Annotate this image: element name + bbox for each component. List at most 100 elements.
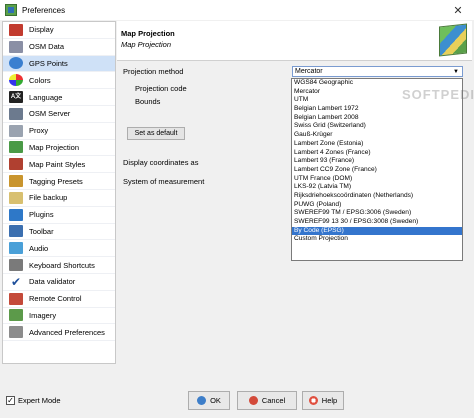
sidebar-item[interactable]: Tagging Presets bbox=[3, 173, 115, 190]
osm-server-icon bbox=[9, 107, 23, 120]
tagging-presets-icon bbox=[9, 175, 23, 188]
sidebar-item[interactable]: Display bbox=[3, 22, 115, 39]
sidebar-item[interactable]: Imagery bbox=[3, 308, 115, 325]
sidebar-item-label: OSM Data bbox=[29, 42, 65, 52]
sidebar-item[interactable]: Toolbar bbox=[3, 224, 115, 241]
dropdown-option[interactable]: PUWG (Poland) bbox=[292, 201, 462, 210]
sidebar-item[interactable]: A文 Language bbox=[3, 89, 115, 106]
sidebar-item[interactable]: Map Projection bbox=[3, 140, 115, 157]
toolbar-icon bbox=[9, 225, 23, 238]
colors-icon bbox=[9, 74, 23, 87]
dropdown-option[interactable]: Lambert CC9 Zone (France) bbox=[292, 166, 462, 175]
help-button[interactable]: Help bbox=[302, 391, 344, 410]
dropdown-option[interactable]: Lambert 4 Zones (France) bbox=[292, 149, 462, 158]
close-icon[interactable]: ✕ bbox=[442, 0, 474, 20]
projection-method-label: Projection method bbox=[123, 67, 184, 76]
window-title: Preferences bbox=[22, 5, 66, 15]
sidebar-item-label: OSM Server bbox=[29, 109, 71, 119]
sidebar-item-label: Imagery bbox=[29, 310, 57, 320]
dialog-footer: ✓ Expert Mode OK Cancel Help bbox=[0, 383, 474, 418]
sidebar-item-label: Display bbox=[29, 25, 54, 35]
dropdown-option[interactable]: Lambert 93 (France) bbox=[292, 157, 462, 166]
help-lifebuoy-icon bbox=[308, 396, 318, 405]
sidebar-item[interactable]: Remote Control bbox=[3, 291, 115, 308]
chevron-down-icon[interactable]: ▼ bbox=[451, 67, 461, 76]
validator-check-icon: ✔ bbox=[10, 274, 22, 289]
dropdown-option[interactable]: Belgian Lambert 1972 bbox=[292, 105, 462, 114]
dropdown-option[interactable]: Swiss Grid (Switzerland) bbox=[292, 122, 462, 131]
projection-code-label: Projection code bbox=[135, 84, 187, 93]
audio-icon bbox=[9, 242, 23, 255]
display-coordinates-label: Display coordinates as bbox=[123, 158, 199, 167]
dropdown-option[interactable]: Belgian Lambert 2008 bbox=[292, 114, 462, 123]
dropdown-option[interactable]: UTM France (DOM) bbox=[292, 175, 462, 184]
sidebar-item-label: Tagging Presets bbox=[29, 176, 83, 186]
sidebar-item-label: Map Projection bbox=[29, 142, 80, 152]
system-of-measurement-label: System of measurement bbox=[123, 177, 205, 186]
dropdown-option[interactable]: SWEREF99 13 30 / EPSG:3008 (Sweden) bbox=[292, 218, 462, 227]
title-bar: Preferences ✕ bbox=[0, 0, 474, 20]
remote-control-icon bbox=[9, 292, 23, 305]
dropdown-option[interactable]: Custom Projection bbox=[292, 235, 462, 244]
bounds-label: Bounds bbox=[135, 97, 161, 106]
cancel-icon bbox=[248, 396, 258, 405]
file-backup-icon bbox=[9, 191, 23, 204]
osm-data-icon bbox=[9, 40, 23, 53]
map-projection-header-icon bbox=[439, 23, 467, 57]
set-as-default-button[interactable]: Set as default bbox=[127, 127, 185, 140]
ok-button[interactable]: OK bbox=[188, 391, 230, 410]
paint-styles-icon bbox=[9, 158, 23, 171]
expert-mode-label: Expert Mode bbox=[18, 396, 61, 405]
dropdown-option[interactable]: Lambert Zone (Estonia) bbox=[292, 140, 462, 149]
sidebar-item[interactable]: OSM Data bbox=[3, 39, 115, 56]
sidebar-item[interactable]: Advanced Preferences bbox=[3, 324, 115, 342]
ok-check-icon bbox=[197, 396, 207, 405]
display-icon bbox=[9, 23, 23, 36]
sidebar-item-label: Language bbox=[29, 92, 63, 102]
sidebar-item-label: Map Paint Styles bbox=[29, 159, 86, 169]
sidebar-item-label: Data validator bbox=[29, 277, 76, 287]
dropdown-option[interactable]: By Code (EPSG) bbox=[292, 226, 462, 236]
map-projection-icon bbox=[9, 141, 23, 154]
panel-title: Map Projection bbox=[121, 29, 175, 38]
sidebar-item[interactable]: File backup bbox=[3, 190, 115, 207]
dropdown-option[interactable]: Rijksdriehoekscoördinaten (Netherlands) bbox=[292, 192, 462, 201]
watermark: SOFTPEDIA bbox=[402, 87, 474, 102]
dropdown-option[interactable]: Gauß-Krüger bbox=[292, 131, 462, 140]
expert-mode-checkbox[interactable]: ✓ bbox=[6, 396, 15, 405]
dropdown-option[interactable]: LKS-92 (Latvia TM) bbox=[292, 183, 462, 192]
expert-mode-toggle[interactable]: ✓ Expert Mode bbox=[6, 396, 61, 405]
projection-method-combo[interactable]: Mercator ▼ bbox=[292, 66, 463, 77]
sidebar-item-label: Audio bbox=[29, 243, 49, 253]
sidebar-item[interactable]: GPS Points bbox=[3, 55, 115, 73]
dropdown-option[interactable]: SWEREF99 TM / EPSG:3006 (Sweden) bbox=[292, 209, 462, 218]
sidebar-item[interactable]: Plugins bbox=[3, 207, 115, 224]
advanced-preferences-icon bbox=[9, 326, 23, 339]
settings-panel: Map Projection Map Projection Projection… bbox=[117, 21, 474, 364]
projection-dropdown-list: WGS84 Geographic Mercator UTM Belgian Lambe… bbox=[291, 78, 463, 261]
sidebar-item[interactable]: Map Paint Styles bbox=[3, 156, 115, 174]
imagery-icon bbox=[9, 309, 23, 322]
sidebar-item[interactable]: Colors bbox=[3, 72, 115, 90]
sidebar-item[interactable]: Audio bbox=[3, 240, 115, 258]
sidebar-item-label: Advanced Preferences bbox=[29, 327, 105, 337]
sidebar-item-label: File backup bbox=[29, 193, 68, 203]
sidebar-item[interactable]: Proxy bbox=[3, 123, 115, 140]
help-label: Help bbox=[321, 396, 338, 405]
sidebar-item[interactable]: ✔ Data validator bbox=[3, 274, 115, 291]
panel-subtitle: Map Projection bbox=[121, 40, 172, 49]
proxy-icon bbox=[9, 124, 23, 137]
sidebar-item[interactable]: OSM Server bbox=[3, 106, 115, 123]
sidebar-item-label: Remote Control bbox=[29, 294, 82, 304]
sidebar-item[interactable]: Keyboard Shortcuts bbox=[3, 257, 115, 274]
app-map-icon bbox=[5, 4, 17, 16]
preferences-sidebar: Display OSM Data GPS Points Colors A文 Languag… bbox=[2, 21, 116, 364]
cancel-button[interactable]: Cancel bbox=[237, 391, 297, 410]
sidebar-item-label: Proxy bbox=[29, 126, 49, 136]
ok-label: OK bbox=[210, 396, 221, 405]
keyboard-icon bbox=[9, 259, 23, 272]
sidebar-item-label: Plugins bbox=[29, 210, 54, 220]
panel-header: Map Projection Map Projection bbox=[117, 21, 472, 61]
projection-combo-value: Mercator bbox=[295, 68, 323, 75]
sidebar-item-label: GPS Points bbox=[29, 58, 68, 68]
